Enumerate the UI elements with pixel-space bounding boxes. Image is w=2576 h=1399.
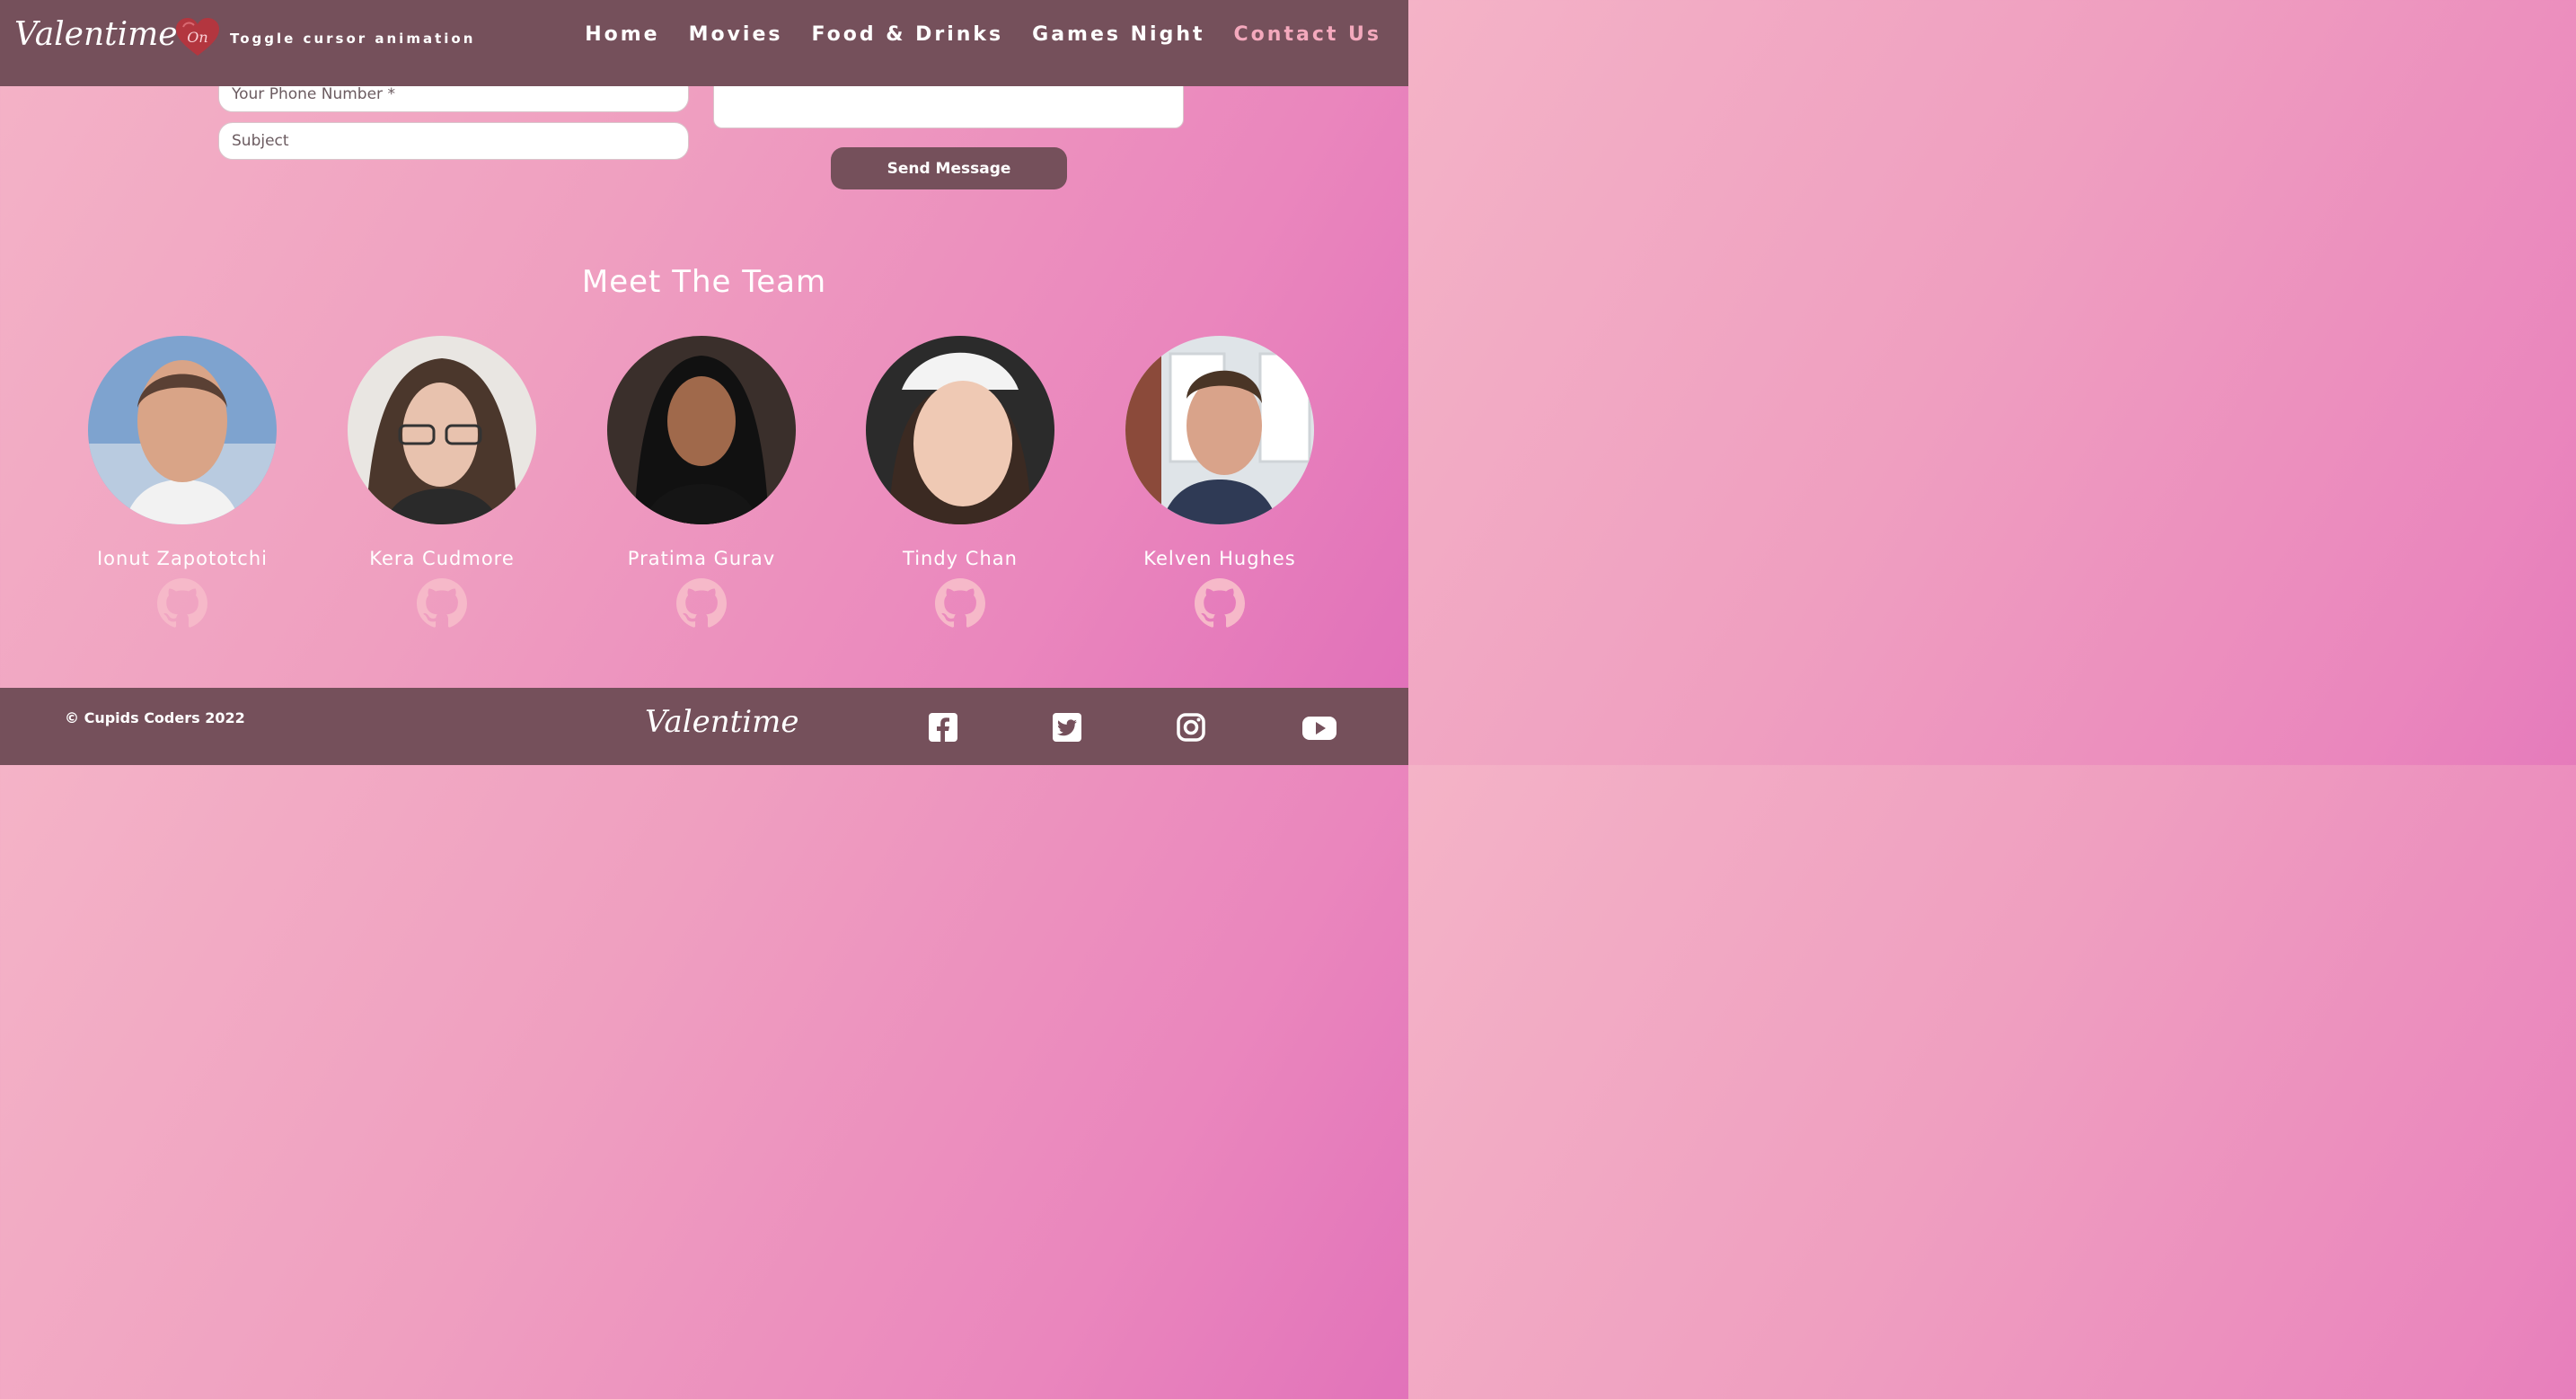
youtube-icon[interactable] bbox=[1301, 709, 1337, 745]
member-name: Pratima Gurav bbox=[627, 548, 776, 569]
cursor-toggle-button[interactable]: On bbox=[176, 18, 219, 57]
github-icon[interactable] bbox=[157, 578, 207, 629]
nav-home[interactable]: Home bbox=[585, 23, 659, 46]
github-icon[interactable] bbox=[1195, 578, 1245, 629]
main-nav: Home Movies Food & Drinks Games Night Co… bbox=[585, 23, 1381, 46]
nav-food-drinks[interactable]: Food & Drinks bbox=[811, 23, 1003, 46]
footer-logo[interactable]: Valentime bbox=[645, 704, 799, 740]
twitter-icon[interactable] bbox=[1049, 709, 1085, 745]
nav-games-night[interactable]: Games Night bbox=[1032, 23, 1204, 46]
team-member: Pratima Gurav bbox=[572, 336, 831, 629]
copyright: © Cupids Coders 2022 bbox=[65, 709, 245, 726]
team-member: Kelven Hughes bbox=[1090, 336, 1349, 629]
nav-movies[interactable]: Movies bbox=[689, 23, 783, 46]
nav-contact-us[interactable]: Contact Us bbox=[1234, 23, 1381, 46]
member-name: Kera Cudmore bbox=[369, 548, 515, 569]
team-member: Tindy Chan bbox=[831, 336, 1090, 629]
member-name: Kelven Hughes bbox=[1143, 548, 1296, 569]
github-icon[interactable] bbox=[676, 578, 727, 629]
avatar bbox=[88, 336, 277, 524]
subject-field[interactable]: Subject bbox=[218, 122, 689, 160]
team-member: Ionut Zapototchi bbox=[53, 336, 312, 629]
member-name: Tindy Chan bbox=[903, 548, 1018, 569]
avatar bbox=[348, 336, 536, 524]
avatar bbox=[866, 336, 1054, 524]
team-member: Kera Cudmore bbox=[313, 336, 571, 629]
instagram-icon[interactable] bbox=[1173, 709, 1209, 745]
toggle-state: On bbox=[187, 29, 208, 46]
site-logo[interactable]: Valentime bbox=[14, 16, 178, 53]
facebook-icon[interactable] bbox=[925, 709, 961, 745]
member-name: Ionut Zapototchi bbox=[96, 548, 268, 569]
team-title: Meet The Team bbox=[581, 264, 827, 300]
avatar bbox=[1125, 336, 1314, 524]
site-footer: © Cupids Coders 2022 Valentime bbox=[0, 688, 1408, 765]
github-icon[interactable] bbox=[935, 578, 985, 629]
avatar bbox=[607, 336, 796, 524]
send-message-button[interactable]: Send Message bbox=[831, 147, 1067, 189]
toggle-label: Toggle cursor animation bbox=[230, 31, 476, 47]
github-icon[interactable] bbox=[417, 578, 467, 629]
site-header: Valentime On Toggle cursor animation Hom… bbox=[0, 0, 1408, 86]
